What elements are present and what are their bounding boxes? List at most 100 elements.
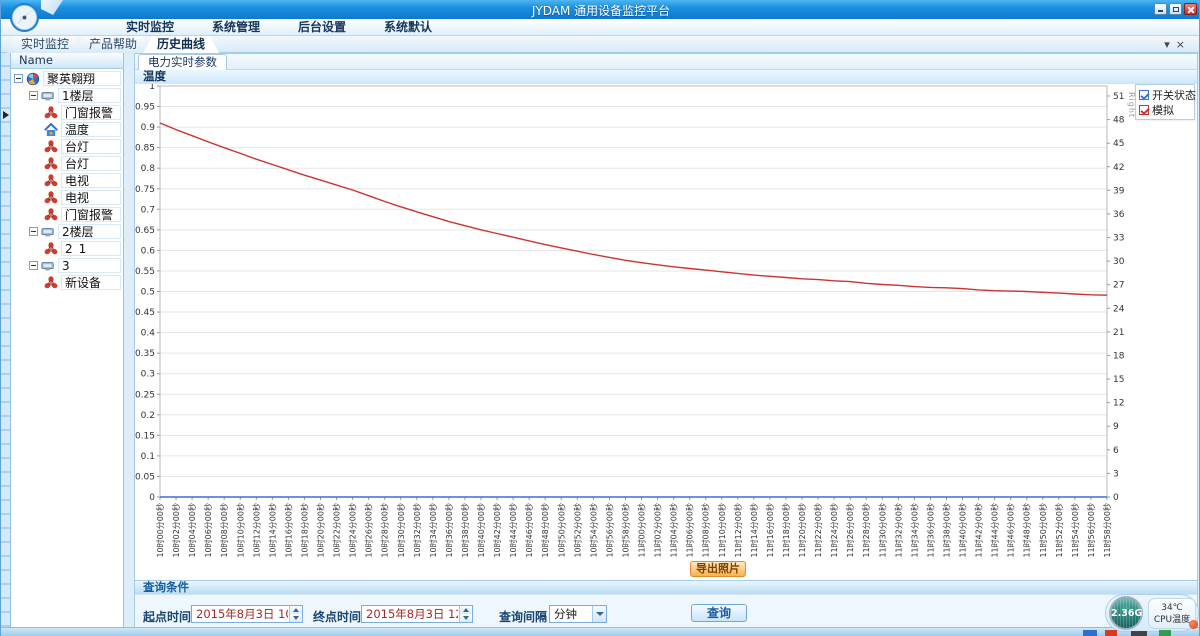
title-bar: JYDAM 通用设备监控平台 — [1, 0, 1200, 19]
svg-text:39: 39 — [1113, 186, 1125, 196]
svg-text:0.4: 0.4 — [141, 329, 156, 339]
tree-item-2楼层[interactable]: 2楼层 — [11, 223, 123, 240]
menu-item-3[interactable]: 后台设置 — [298, 19, 346, 36]
svg-text:10时36分00秒: 10时36分00秒 — [444, 503, 454, 558]
start-time-input[interactable] — [191, 605, 303, 623]
restore-button[interactable] — [1169, 3, 1182, 15]
svg-text:0.95: 0.95 — [135, 103, 155, 113]
checkbox-checked-icon[interactable] — [1139, 105, 1149, 115]
minimize-button[interactable] — [1154, 3, 1167, 15]
tree-item-电视[interactable]: 电视 — [11, 172, 123, 189]
svg-text:11时32分00秒: 11时32分00秒 — [893, 503, 903, 558]
expander-minus-icon[interactable] — [29, 91, 38, 100]
menu-item-2[interactable]: 系统管理 — [212, 19, 260, 36]
tree-item-label[interactable]: 电视 — [61, 173, 121, 188]
tree-item-门窗报警[interactable]: 门窗报警 — [11, 206, 123, 223]
tree-item-2_1[interactable]: 2_1 — [11, 240, 123, 257]
tree-item-温度[interactable]: 温度 — [11, 121, 123, 138]
start-time-spinner[interactable] — [289, 606, 302, 622]
expander-minus-icon[interactable] — [14, 74, 23, 83]
tree-item-新设备[interactable]: 新设备 — [11, 274, 123, 291]
tab-2[interactable]: 产品帮助 — [75, 36, 151, 53]
svg-text:51: 51 — [1113, 92, 1124, 102]
svg-text:11时34分00秒: 11时34分00秒 — [909, 503, 919, 558]
collapse-arrow-icon[interactable] — [3, 111, 9, 119]
tree-item-label[interactable]: 电视 — [61, 190, 121, 205]
tree-item-台灯[interactable]: 台灯 — [11, 138, 123, 155]
globe-icon — [26, 72, 40, 86]
svg-text:0.9: 0.9 — [141, 123, 156, 133]
legend-label: 模拟 — [1152, 102, 1174, 118]
svg-text:11时14分00秒: 11时14分00秒 — [749, 503, 759, 558]
close-button[interactable] — [1184, 3, 1197, 15]
fan-icon — [44, 106, 58, 120]
desktop-peek-decoration — [1105, 630, 1117, 636]
menu-bar: 实时监控 系统管理 后台设置 系统默认 — [1, 19, 1200, 36]
export-image-button[interactable]: 导出照片 — [690, 561, 746, 577]
svg-text:1: 1 — [149, 84, 155, 92]
left-splitter[interactable] — [1, 53, 11, 627]
svg-text:11时10分00秒: 11时10分00秒 — [717, 503, 727, 558]
bottom-frame — [1, 627, 1200, 636]
tree-item-label[interactable]: 门窗报警 — [61, 207, 121, 222]
svg-text:10时58分00秒: 10时58分00秒 — [620, 503, 630, 558]
svg-text:0.2: 0.2 — [141, 411, 155, 421]
fan-icon — [44, 276, 58, 290]
svg-text:0.05: 0.05 — [135, 472, 155, 482]
tab-power-realtime-params[interactable]: 电力实时参数 — [138, 54, 227, 70]
svg-text:10时38分00秒: 10时38分00秒 — [460, 503, 470, 558]
svg-text:10时52分00秒: 10时52分00秒 — [572, 503, 582, 558]
content-area: Name 聚英翱翔1楼层门窗报警温度台灯台灯电视电视门窗报警2楼层2_13新设备… — [1, 53, 1200, 627]
svg-text:0.85: 0.85 — [135, 144, 155, 154]
tree-item-label[interactable]: 聚英翱翔 — [43, 71, 121, 86]
fan-icon — [44, 208, 58, 222]
menu-item-4[interactable]: 系统默认 — [384, 19, 432, 36]
tree-item-电视[interactable]: 电视 — [11, 189, 123, 206]
menu-item-1[interactable]: 实时监控 — [126, 19, 174, 36]
end-time-input[interactable] — [361, 605, 473, 623]
svg-text:10时32分00秒: 10时32分00秒 — [412, 503, 422, 558]
tree-item-聚英翱翔[interactable]: 聚英翱翔 — [11, 70, 123, 87]
tree-item-label[interactable]: 温度 — [61, 122, 121, 137]
tab-dropdown-icon[interactable]: ▾ — [1164, 38, 1176, 51]
expander-minus-icon[interactable] — [29, 261, 38, 270]
memory-badge[interactable]: 2.36G — [1109, 596, 1143, 630]
tree-item-label[interactable]: 2楼层 — [58, 224, 121, 239]
svg-text:10时18分00秒: 10时18分00秒 — [299, 503, 309, 558]
tab-close-icon[interactable]: × — [1176, 38, 1191, 51]
interval-select[interactable]: 分钟 — [549, 605, 607, 623]
end-time-spinner[interactable] — [459, 606, 472, 622]
tree-item-label[interactable]: 门窗报警 — [61, 105, 121, 120]
svg-text:0.15: 0.15 — [135, 431, 155, 441]
tree-item-label[interactable]: 台灯 — [61, 139, 121, 154]
select-dropdown-icon[interactable] — [592, 606, 606, 622]
legend-label: 开关状态 — [1152, 87, 1196, 103]
svg-text:11时06分00秒: 11时06分00秒 — [685, 503, 695, 558]
tree-item-门窗报警[interactable]: 门窗报警 — [11, 104, 123, 121]
device-icon — [41, 225, 55, 239]
tree-item-label[interactable]: 台灯 — [61, 156, 121, 171]
tab-3[interactable]: 历史曲线 — [143, 36, 219, 53]
svg-text:11时46分00秒: 11时46分00秒 — [1006, 503, 1016, 558]
legend-item-1[interactable]: 开关状态 — [1139, 87, 1191, 102]
tree-item-label[interactable]: 2_1 — [61, 241, 121, 256]
tab-1[interactable]: 实时监控 — [7, 36, 83, 53]
desktop-peek-decoration — [1131, 631, 1147, 636]
tree-item-3[interactable]: 3 — [11, 257, 123, 274]
svg-text:0.65: 0.65 — [135, 226, 155, 236]
svg-text:10时14分00秒: 10时14分00秒 — [267, 503, 277, 558]
legend-item-2[interactable]: 模拟 — [1139, 102, 1191, 117]
expander-minus-icon[interactable] — [29, 227, 38, 236]
tree-item-label[interactable]: 1楼层 — [58, 88, 121, 103]
svg-text:10时22分00秒: 10时22分00秒 — [332, 503, 342, 558]
query-button[interactable]: 查询 — [691, 604, 747, 622]
svg-text:21: 21 — [1113, 328, 1124, 338]
svg-text:10时56分00秒: 10时56分00秒 — [604, 503, 614, 558]
tree-item-1楼层[interactable]: 1楼层 — [11, 87, 123, 104]
svg-text:10时42分00秒: 10时42分00秒 — [492, 503, 502, 558]
tree-item-label[interactable]: 新设备 — [61, 275, 121, 290]
checkbox-checked-icon[interactable] — [1139, 90, 1149, 100]
tree-item-台灯[interactable]: 台灯 — [11, 155, 123, 172]
svg-text:10时44分00秒: 10时44分00秒 — [508, 503, 518, 558]
tree-item-label[interactable]: 3 — [58, 258, 121, 273]
